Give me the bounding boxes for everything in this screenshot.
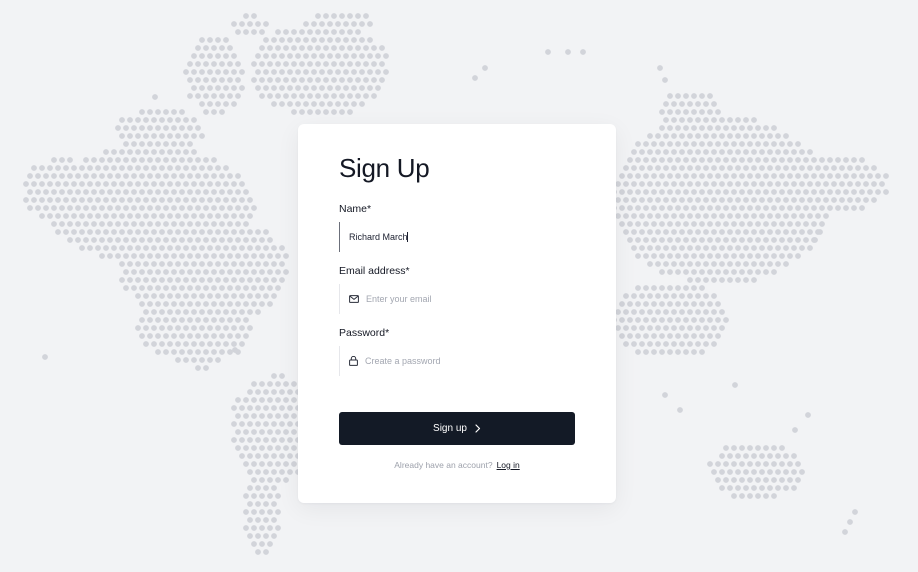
- mail-icon: [349, 295, 359, 303]
- email-label: Email address*: [339, 265, 410, 277]
- name-field[interactable]: Richard March: [349, 227, 549, 247]
- signup-card: Sign Up Name* Richard March Email addres…: [298, 124, 616, 503]
- password-field-wrapper: [339, 346, 575, 376]
- login-prompt: Already have an account? Log in: [339, 460, 575, 470]
- text-caret: [406, 232, 408, 242]
- chevron-right-icon: [475, 424, 481, 433]
- name-field-group: Name* Richard March: [339, 202, 575, 252]
- login-link[interactable]: Log in: [497, 460, 520, 470]
- email-field-wrapper: [339, 284, 575, 314]
- sign-up-button-label: Sign up: [433, 423, 467, 434]
- lock-icon: [349, 356, 358, 366]
- login-prompt-text: Already have an account?: [394, 460, 493, 470]
- name-label: Name*: [339, 203, 372, 215]
- page: Sign Up Name* Richard March Email addres…: [0, 0, 918, 572]
- email-field[interactable]: [366, 289, 566, 309]
- email-field-group: Email address*: [339, 264, 575, 314]
- password-field[interactable]: [365, 351, 565, 371]
- password-label: Password*: [339, 327, 390, 339]
- name-value: Richard March: [349, 232, 408, 242]
- sign-up-button[interactable]: Sign up: [339, 412, 575, 445]
- password-field-group: Password*: [339, 326, 575, 376]
- page-title: Sign Up: [339, 153, 430, 183]
- name-field-wrapper: Richard March: [339, 222, 575, 252]
